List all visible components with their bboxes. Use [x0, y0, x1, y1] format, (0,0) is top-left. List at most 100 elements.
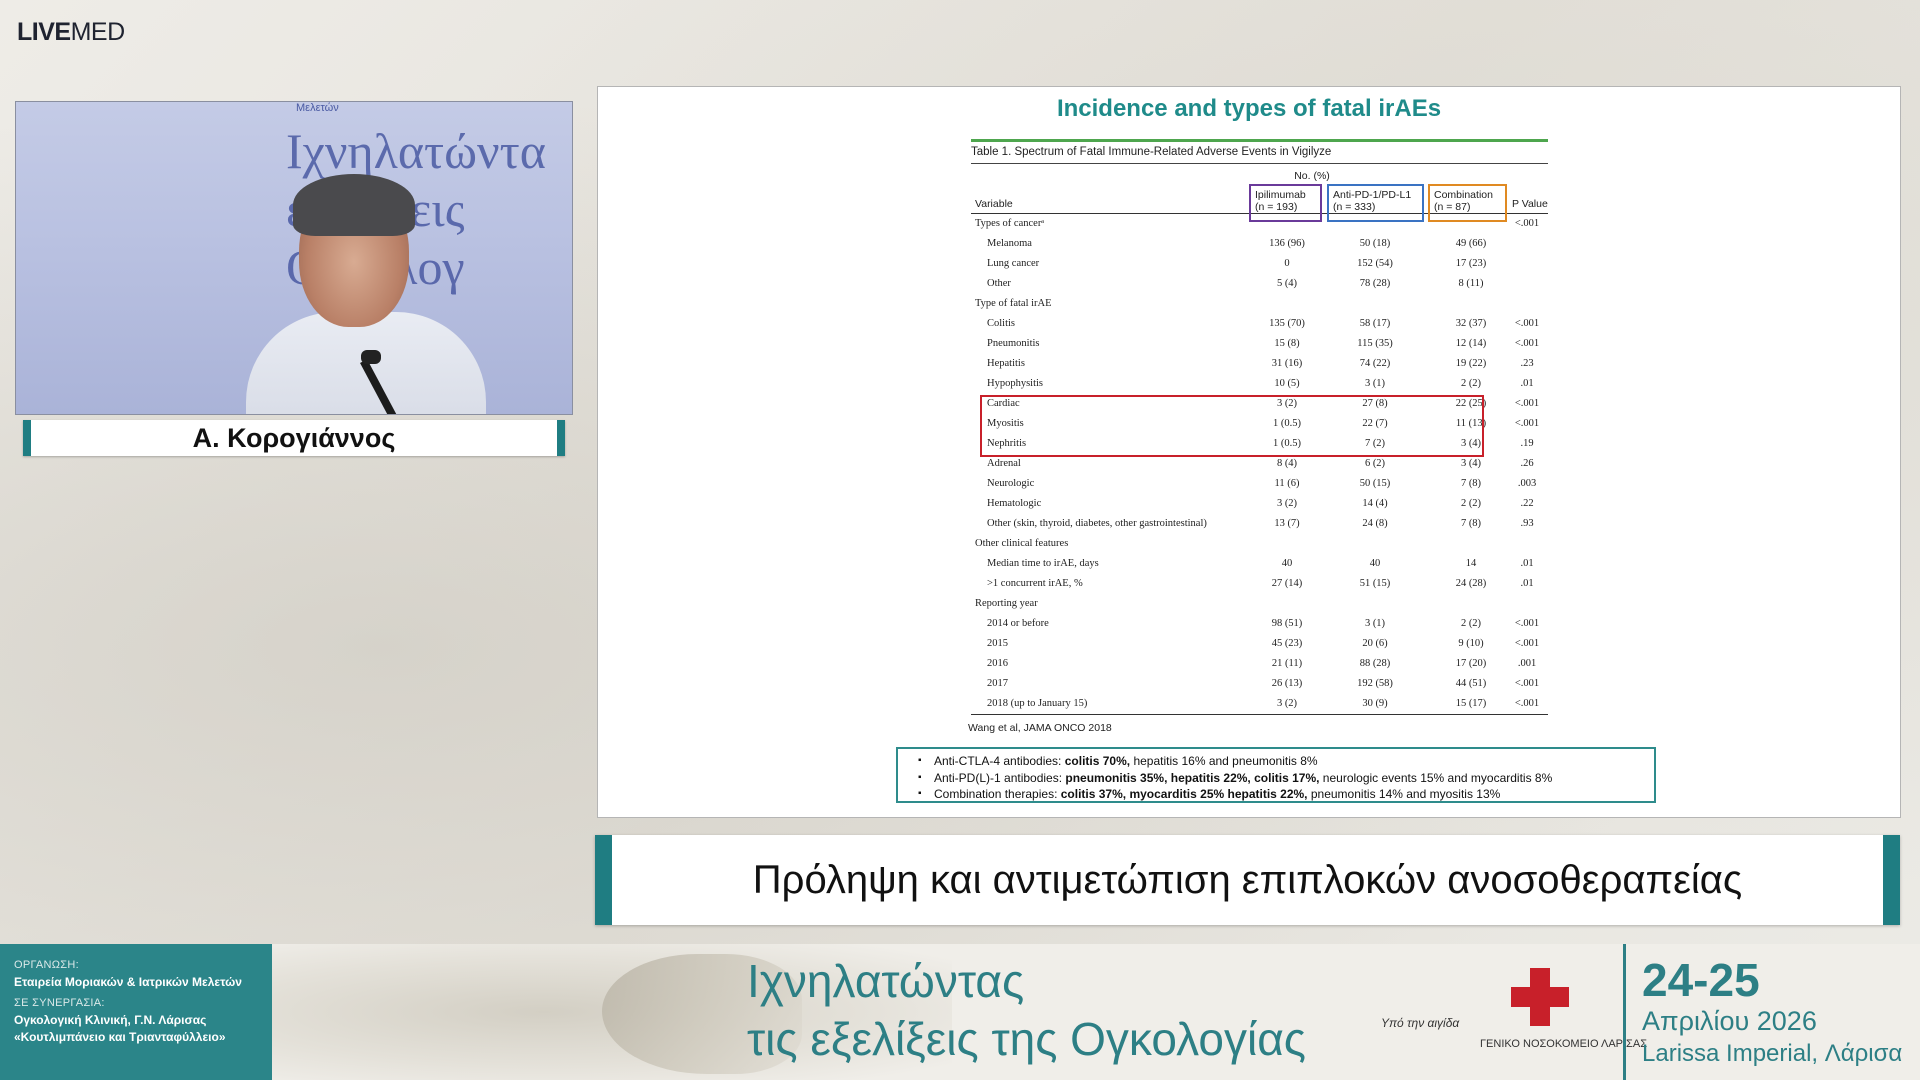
summary-bullet: Combination therapies: colitis 37%, myoc… [918, 786, 1644, 803]
table-row: 2016 21 (11) 88 (28) 17 (20) .001 [971, 654, 1548, 674]
cell-ipilimumab: 1 (0.5) [1273, 438, 1301, 449]
cell-combination: 44 (51) [1455, 678, 1487, 689]
cell-anti-pd1: 40 [1369, 558, 1381, 569]
table-bottom-rule [971, 714, 1548, 715]
table-row: Pneumonitis 15 (8) 115 (35) 12 (14) <.001 [971, 334, 1548, 354]
cell-ipilimumab: 1 (0.5) [1273, 418, 1301, 429]
citation: Wang et al, JAMA ONCO 2018 [968, 722, 1112, 734]
footer-divider [1623, 944, 1626, 1080]
cell-ipilimumab: 5 (4) [1276, 278, 1298, 289]
cell-pvalue: .01 [1520, 558, 1534, 569]
cell-pvalue: <.001 [1514, 318, 1540, 329]
cell-anti-pd1: 192 (58) [1357, 678, 1393, 689]
cell-combination: 32 (37) [1455, 318, 1487, 329]
table-row: 2017 26 (13) 192 (58) 44 (51) <.001 [971, 674, 1548, 694]
table-row: Hematologic 3 (2) 14 (4) 2 (2) .22 [971, 494, 1548, 514]
cell-combination: 15 (17) [1455, 698, 1487, 709]
table-row: Other clinical features [971, 534, 1548, 554]
cell-combination: 3 (4) [1460, 458, 1482, 469]
table-header: Variable No. (%) Ipilimumab (n = 193) Ant… [971, 164, 1548, 222]
cell-anti-pd1: 14 (4) [1362, 498, 1388, 509]
presentation-slide: Incidence and types of fatal irAEs Table… [597, 86, 1901, 818]
row-label: Myositis [987, 418, 1024, 429]
organizer-label: ΟΡΓΑΝΩΣΗ: [14, 959, 79, 971]
table-row: Other (skin, thyroid, diabetes, other ga… [971, 514, 1548, 534]
cell-combination: 8 (11) [1458, 278, 1484, 289]
cell-anti-pd1: 3 (1) [1364, 618, 1386, 629]
cell-pvalue: <.001 [1514, 678, 1540, 689]
row-label: Melanoma [987, 238, 1032, 249]
slide-title: Incidence and types of fatal irAEs [1056, 95, 1442, 122]
table-row: Other 5 (4) 78 (28) 8 (11) [971, 274, 1548, 294]
cell-combination: 14 [1465, 558, 1477, 569]
cell-combination: 12 (14) [1455, 338, 1487, 349]
cell-anti-pd1: 88 (28) [1359, 658, 1391, 669]
cell-ipilimumab: 13 (7) [1274, 518, 1300, 529]
row-label: Lung cancer [987, 258, 1040, 269]
table-row: 2014 or before 98 (51) 3 (1) 2 (2) <.001 [971, 614, 1548, 634]
collaboration-line-1: Ογκολογική Κλινική, Γ.Ν. Λάρισας [14, 1013, 207, 1027]
cell-ipilimumab: 8 (4) [1276, 458, 1298, 469]
header-variable: Variable [975, 198, 1013, 210]
cell-ipilimumab: 135 (70) [1269, 318, 1305, 329]
table-body: Types of cancerᵃ <.001 Melanoma 136 (96) 50 … [971, 214, 1548, 714]
cell-anti-pd1: 115 (35) [1357, 338, 1393, 349]
cell-pvalue: <.001 [1514, 338, 1540, 349]
cell-anti-pd1: 50 (18) [1359, 238, 1391, 249]
table-row: Nephritis 1 (0.5) 7 (2) 3 (4) .19 [971, 434, 1548, 454]
row-label: 2018 (up to January 15) [987, 698, 1088, 709]
summary-box: Anti-CTLA-4 antibodies: colitis 70%, hep… [896, 747, 1656, 803]
table-row: Lung cancer 0 152 (54) 17 (23) [971, 254, 1548, 274]
cell-ipilimumab: 15 (8) [1274, 338, 1300, 349]
table-row: Myositis 1 (0.5) 22 (7) 11 (13) <.001 [971, 414, 1548, 434]
cell-ipilimumab: 136 (96) [1269, 238, 1305, 249]
row-label: Nephritis [987, 438, 1027, 449]
row-label: Hypophysitis [987, 378, 1044, 389]
cell-pvalue: <.001 [1514, 618, 1540, 629]
row-label: Reporting year [975, 598, 1038, 609]
cell-pvalue: .93 [1520, 518, 1534, 529]
cell-combination: 2 (2) [1460, 378, 1482, 389]
row-label: Hepatitis [987, 358, 1025, 369]
cell-anti-pd1: 152 (54) [1357, 258, 1393, 269]
hospital-name: ΓΕΝΙΚΟ ΝΟΣΟΚΟΜΕΙΟ ΛΑΡΙΣΑΣ [1480, 1038, 1647, 1050]
cell-ipilimumab: 3 (2) [1276, 498, 1298, 509]
organizers-panel: ΟΡΓΑΝΩΣΗ: Εταιρεία Μοριακών & Ιατρικών Μ… [0, 944, 272, 1080]
row-label: Adrenal [987, 458, 1021, 469]
row-label: Pneumonitis [987, 338, 1040, 349]
cell-ipilimumab: 26 (13) [1271, 678, 1303, 689]
table-row: Adrenal 8 (4) 6 (2) 3 (4) .26 [971, 454, 1548, 474]
cell-pvalue: .01 [1520, 578, 1534, 589]
cell-anti-pd1: 3 (1) [1364, 378, 1386, 389]
footer: ΟΡΓΑΝΩΣΗ: Εταιρεία Μοριακών & Ιατρικών Μ… [0, 944, 1920, 1080]
cell-pvalue: .001 [1517, 658, 1537, 669]
cell-ipilimumab: 27 (14) [1271, 578, 1303, 589]
cell-anti-pd1: 22 (7) [1362, 418, 1388, 429]
table-row: 2015 45 (23) 20 (6) 9 (10) <.001 [971, 634, 1548, 654]
cell-combination: 2 (2) [1460, 498, 1482, 509]
cell-combination: 22 (25) [1455, 398, 1487, 409]
table-row: Types of cancerᵃ <.001 [971, 214, 1548, 234]
row-label: 2016 [987, 658, 1008, 669]
cell-anti-pd1: 78 (28) [1359, 278, 1391, 289]
cell-ipilimumab: 98 (51) [1271, 618, 1303, 629]
table-row: Median time to irAE, days 40 40 14 .01 [971, 554, 1548, 574]
table-row: Type of fatal irAE [971, 294, 1548, 314]
cell-combination: 3 (4) [1460, 438, 1482, 449]
table-caption: Table 1. Spectrum of Fatal Immune-Relate… [971, 142, 1548, 164]
patronage-label: Υπό την αιγίδα [1381, 1016, 1460, 1030]
collaboration-line-2: «Κουτλιμπάνειο και Τριανταφύλλειο» [14, 1030, 226, 1044]
hospital-logo: ΓΕΝΙΚΟ ΝΟΣΟΚΟΜΕΙΟ ΛΑΡΙΣΑΣ [1480, 968, 1647, 1076]
header-pvalue: P Value [1512, 198, 1548, 210]
row-label: Cardiac [987, 398, 1020, 409]
cell-ipilimumab: 0 [1284, 258, 1290, 269]
summary-bullet: Anti-PD(L)-1 antibodies: pneumonitis 35%… [918, 770, 1644, 787]
cell-ipilimumab: 21 (11) [1271, 658, 1303, 669]
cell-ipilimumab: 31 (16) [1271, 358, 1303, 369]
topic-title: Πρόληψη και αντιμετώπιση επιπλοκών ανοσο… [595, 835, 1900, 925]
cell-ipilimumab: 10 (5) [1274, 378, 1300, 389]
cell-combination: 24 (28) [1455, 578, 1487, 589]
cell-ipilimumab: 3 (2) [1276, 698, 1298, 709]
speaker-hair [293, 174, 415, 236]
banner-small-text: Μελετών [296, 102, 339, 114]
